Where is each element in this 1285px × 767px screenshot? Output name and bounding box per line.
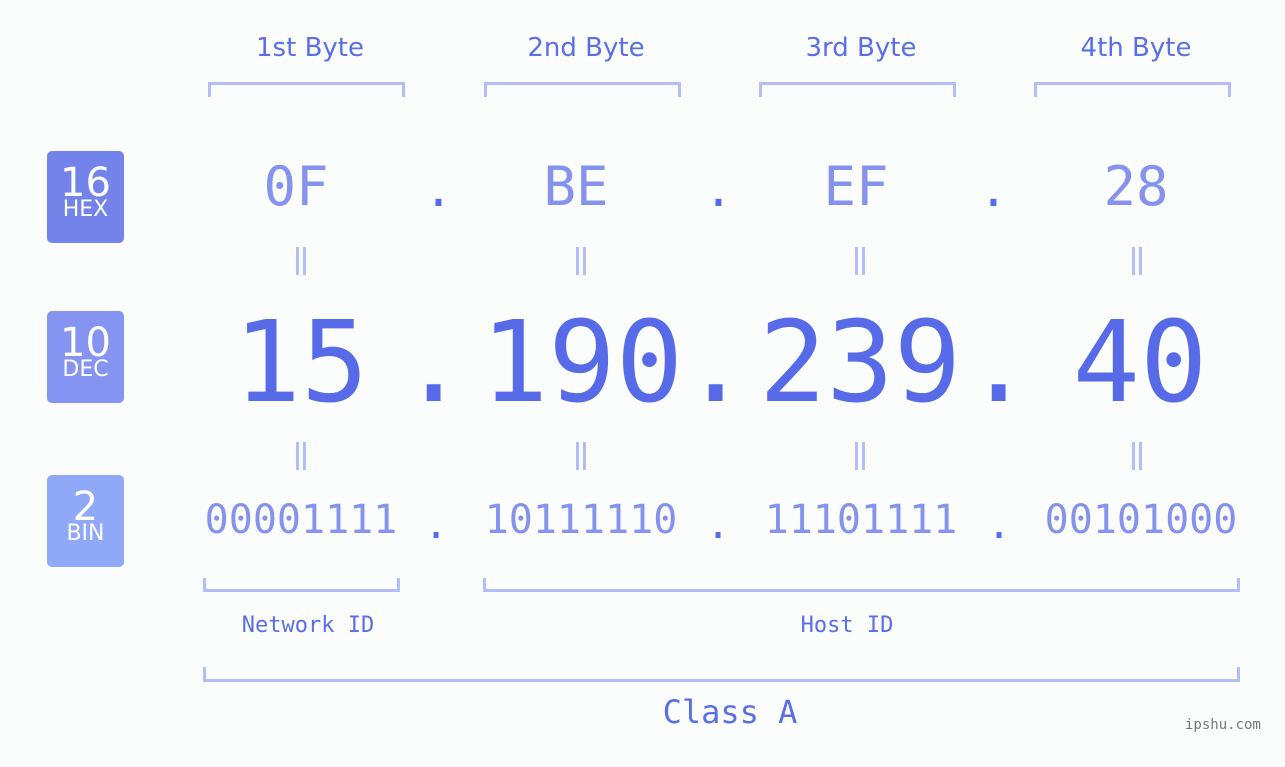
watermark: ipshu.com	[1185, 717, 1261, 733]
dec-label: DEC	[62, 357, 109, 382]
byte-header-1: 1st Byte	[256, 33, 364, 63]
hex-label: HEX	[62, 197, 109, 222]
equals-icon	[1126, 442, 1146, 470]
byte-bracket-2	[484, 82, 681, 97]
equals-icon	[1126, 247, 1146, 275]
equals-icon	[290, 442, 310, 470]
dec-dot-3: .	[965, 298, 1033, 428]
bin-value-2: 10111110	[484, 497, 678, 543]
dec-value-4: 40	[1072, 298, 1208, 428]
hex-base: 16	[60, 160, 111, 206]
hex-value-1: 0F	[263, 155, 329, 218]
class-bracket	[203, 667, 1240, 682]
hex-value-4: 28	[1103, 155, 1169, 218]
ip-class-label: Class A	[662, 693, 798, 731]
byte-header-2: 2nd Byte	[527, 33, 645, 63]
network-id-bracket	[203, 578, 400, 592]
equals-icon	[849, 442, 869, 470]
dec-dot-1: .	[400, 298, 468, 428]
byte-bracket-3	[759, 82, 956, 97]
hex-value-2: BE	[543, 155, 609, 218]
dec-value-1: 15	[233, 298, 369, 428]
dec-badge: 10 DEC	[47, 311, 124, 403]
byte-header-3: 3rd Byte	[805, 33, 917, 63]
bin-dot-1: .	[424, 502, 449, 548]
equals-icon	[849, 247, 869, 275]
network-id-label: Network ID	[241, 613, 375, 638]
hex-dot-1: .	[424, 162, 453, 218]
bin-value-4: 00101000	[1044, 497, 1238, 543]
bin-label: BIN	[66, 521, 105, 546]
bin-base: 2	[72, 484, 99, 530]
hex-value-3: EF	[823, 155, 889, 218]
hex-dot-3: .	[979, 162, 1008, 218]
host-id-label: Host ID	[800, 613, 894, 638]
equals-icon	[570, 442, 590, 470]
hex-badge: 16 HEX	[47, 151, 124, 243]
bin-dot-3: .	[987, 502, 1012, 548]
host-id-bracket	[483, 578, 1240, 592]
bin-value-3: 11101111	[764, 497, 958, 543]
bin-dot-2: .	[706, 502, 731, 548]
bin-badge: 2 BIN	[47, 475, 124, 567]
hex-dot-2: .	[704, 162, 733, 218]
byte-bracket-4	[1034, 82, 1231, 97]
dec-value-3: 239	[758, 298, 962, 428]
byte-header-4: 4th Byte	[1080, 33, 1192, 63]
byte-bracket-1	[208, 82, 405, 97]
dec-value-2: 190	[480, 298, 684, 428]
equals-icon	[570, 247, 590, 275]
dec-dot-2: .	[682, 298, 750, 428]
equals-icon	[290, 247, 310, 275]
bin-value-1: 00001111	[204, 497, 398, 543]
dec-base: 10	[60, 320, 111, 366]
